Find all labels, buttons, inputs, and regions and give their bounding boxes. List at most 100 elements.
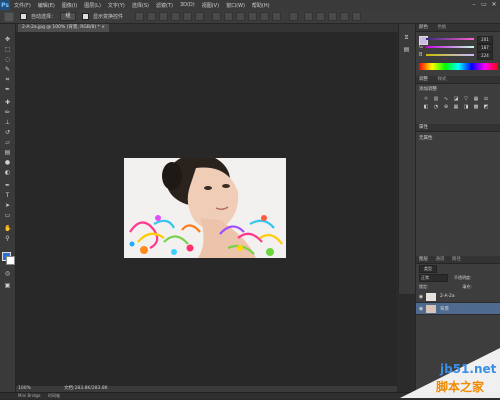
menu-image[interactable]: 图像(I) — [62, 2, 77, 9]
eraser-tool-icon[interactable]: ▱ — [4, 139, 11, 146]
menu-3d[interactable]: 3D(D) — [180, 2, 195, 8]
black-white-icon[interactable]: ◧ — [422, 104, 430, 110]
invert-icon[interactable]: ◨ — [462, 104, 470, 110]
align-bottom-button[interactable] — [159, 12, 169, 21]
visibility-eye-icon[interactable]: ◉ — [418, 294, 424, 300]
restore-button[interactable]: ▭ — [480, 1, 488, 8]
3d-drag-button[interactable] — [340, 12, 350, 21]
align-hcenter-button[interactable] — [183, 12, 193, 21]
distribute-top-button[interactable] — [212, 12, 222, 21]
align-vcenter-button[interactable] — [147, 12, 157, 21]
paths-tab[interactable]: 路径 — [452, 257, 461, 262]
document-tab[interactable]: 2-A-2a.jpg @ 100% (背景, RGB/8) * × — [18, 24, 109, 32]
brightness-icon[interactable]: ☼ — [422, 96, 430, 102]
menu-edit[interactable]: 编辑(E) — [38, 2, 55, 9]
quick-select-tool-icon[interactable]: ✎ — [4, 66, 11, 73]
screen-mode-icon[interactable]: ▣ — [4, 282, 11, 289]
distribute-bottom-button[interactable] — [236, 12, 246, 21]
color-spectrum-bar[interactable] — [419, 63, 498, 70]
menu-layer[interactable]: 图层(L) — [84, 2, 101, 9]
document-image[interactable] — [124, 158, 286, 258]
marquee-tool-icon[interactable]: ⬚ — [4, 46, 11, 53]
background-color-swatch[interactable] — [6, 256, 15, 265]
menu-file[interactable]: 文件(F) — [14, 2, 31, 9]
auto-align-button[interactable] — [289, 12, 299, 21]
path-select-tool-icon[interactable]: ➤ — [4, 202, 11, 209]
type-tool-icon[interactable]: T — [4, 192, 11, 199]
r-slider[interactable] — [426, 38, 474, 40]
show-transform-checkbox[interactable] — [82, 13, 90, 20]
dodge-tool-icon[interactable]: ◐ — [4, 169, 11, 176]
layer-kind-filter[interactable]: 类型 — [419, 264, 437, 273]
3d-slide-button[interactable] — [352, 12, 362, 21]
zoom-tool-icon[interactable]: ⚲ — [4, 235, 11, 242]
posterize-icon[interactable]: ▩ — [472, 104, 480, 110]
auto-select-dropdown[interactable]: 组 — [60, 12, 77, 21]
distribute-right-button[interactable] — [272, 12, 282, 21]
align-top-button[interactable] — [135, 12, 145, 21]
clone-stamp-tool-icon[interactable]: ⊥ — [4, 119, 11, 126]
styles-tab[interactable]: 样式 — [437, 77, 446, 82]
menu-help[interactable]: 帮助(H) — [252, 2, 270, 9]
close-button[interactable]: ✕ — [490, 1, 498, 8]
blur-tool-icon[interactable]: ● — [4, 159, 11, 166]
swatches-tab[interactable]: 色板 — [437, 25, 446, 30]
layer-row[interactable]: ◉ 2-A-2a — [416, 291, 500, 303]
lasso-tool-icon[interactable]: ◌ — [4, 56, 11, 63]
quick-mask-icon[interactable]: ◎ — [4, 270, 11, 277]
gradient-tool-icon[interactable]: ▤ — [4, 149, 11, 156]
levels-icon[interactable]: ▥ — [432, 96, 440, 102]
blend-mode-dropdown[interactable]: 正常 — [419, 273, 448, 282]
align-right-button[interactable] — [195, 12, 205, 21]
color-tab[interactable]: 颜色 — [419, 25, 428, 30]
adjustments-tab[interactable]: 调整 — [419, 77, 428, 82]
color-panel: R 201 G 187 B 224 — [416, 32, 500, 76]
menu-select[interactable]: 选择(S) — [132, 2, 149, 9]
photo-filter-icon[interactable]: ◔ — [432, 104, 440, 110]
distribute-left-button[interactable] — [248, 12, 258, 21]
3d-roll-button[interactable] — [328, 12, 338, 21]
g-slider[interactable] — [426, 46, 474, 48]
mini-bridge-tab[interactable]: Mini Bridge — [18, 393, 41, 399]
menu-type[interactable]: 文字(Y) — [108, 2, 125, 9]
crop-tool-icon[interactable]: ⌗ — [4, 76, 11, 83]
color-balance-icon[interactable]: ⚖ — [482, 96, 490, 102]
move-tool-icon[interactable] — [4, 11, 14, 22]
b-slider[interactable] — [426, 54, 474, 56]
properties-panel-icon[interactable]: ▤ — [403, 46, 410, 53]
3d-rotate-button[interactable] — [316, 12, 326, 21]
eyedropper-tool-icon[interactable]: ✒ — [4, 86, 11, 93]
lock-label: 锁定: — [419, 283, 429, 289]
healing-brush-tool-icon[interactable]: ✚ — [4, 99, 11, 106]
hand-tool-icon[interactable]: ✋ — [4, 225, 11, 232]
timeline-tab[interactable]: 时间轴 — [48, 393, 60, 399]
threshold-icon[interactable]: ◩ — [482, 104, 490, 110]
b-value[interactable]: 224 — [477, 52, 493, 60]
layer-row-active[interactable]: ◉ 背景 — [416, 303, 500, 315]
vibrance-icon[interactable]: ▽ — [462, 96, 470, 102]
pen-tool-icon[interactable]: ✒ — [4, 182, 11, 189]
menu-window[interactable]: 窗口(W) — [226, 2, 245, 9]
distribute-vcenter-button[interactable] — [224, 12, 234, 21]
history-brush-tool-icon[interactable]: ↺ — [4, 129, 11, 136]
move-tool-icon[interactable]: ✥ — [4, 36, 11, 43]
hue-saturation-icon[interactable]: ▦ — [472, 96, 480, 102]
auto-select-checkbox[interactable] — [20, 13, 27, 20]
exposure-icon[interactable]: ◪ — [452, 96, 460, 102]
menu-view[interactable]: 视图(V) — [202, 2, 219, 9]
properties-tab[interactable]: 属性 — [419, 125, 428, 130]
distribute-hcenter-button[interactable] — [260, 12, 270, 21]
menu-filter[interactable]: 滤镜(T) — [156, 2, 173, 9]
align-left-button[interactable] — [171, 12, 181, 21]
minimize-button[interactable]: – — [470, 1, 478, 8]
color-lookup-icon[interactable]: ▦ — [452, 104, 460, 110]
layers-tab[interactable]: 图层 — [419, 257, 428, 262]
brush-tool-icon[interactable]: ✏ — [4, 109, 11, 116]
3d-mode-button[interactable] — [304, 12, 314, 21]
curves-icon[interactable]: ∿ — [442, 96, 450, 102]
shape-tool-icon[interactable]: ▭ — [4, 212, 11, 219]
visibility-eye-icon[interactable]: ◉ — [418, 306, 424, 312]
history-panel-icon[interactable]: ⧖ — [403, 34, 410, 41]
channel-mixer-icon[interactable]: ⊕ — [442, 104, 450, 110]
channels-tab[interactable]: 通道 — [435, 257, 444, 262]
